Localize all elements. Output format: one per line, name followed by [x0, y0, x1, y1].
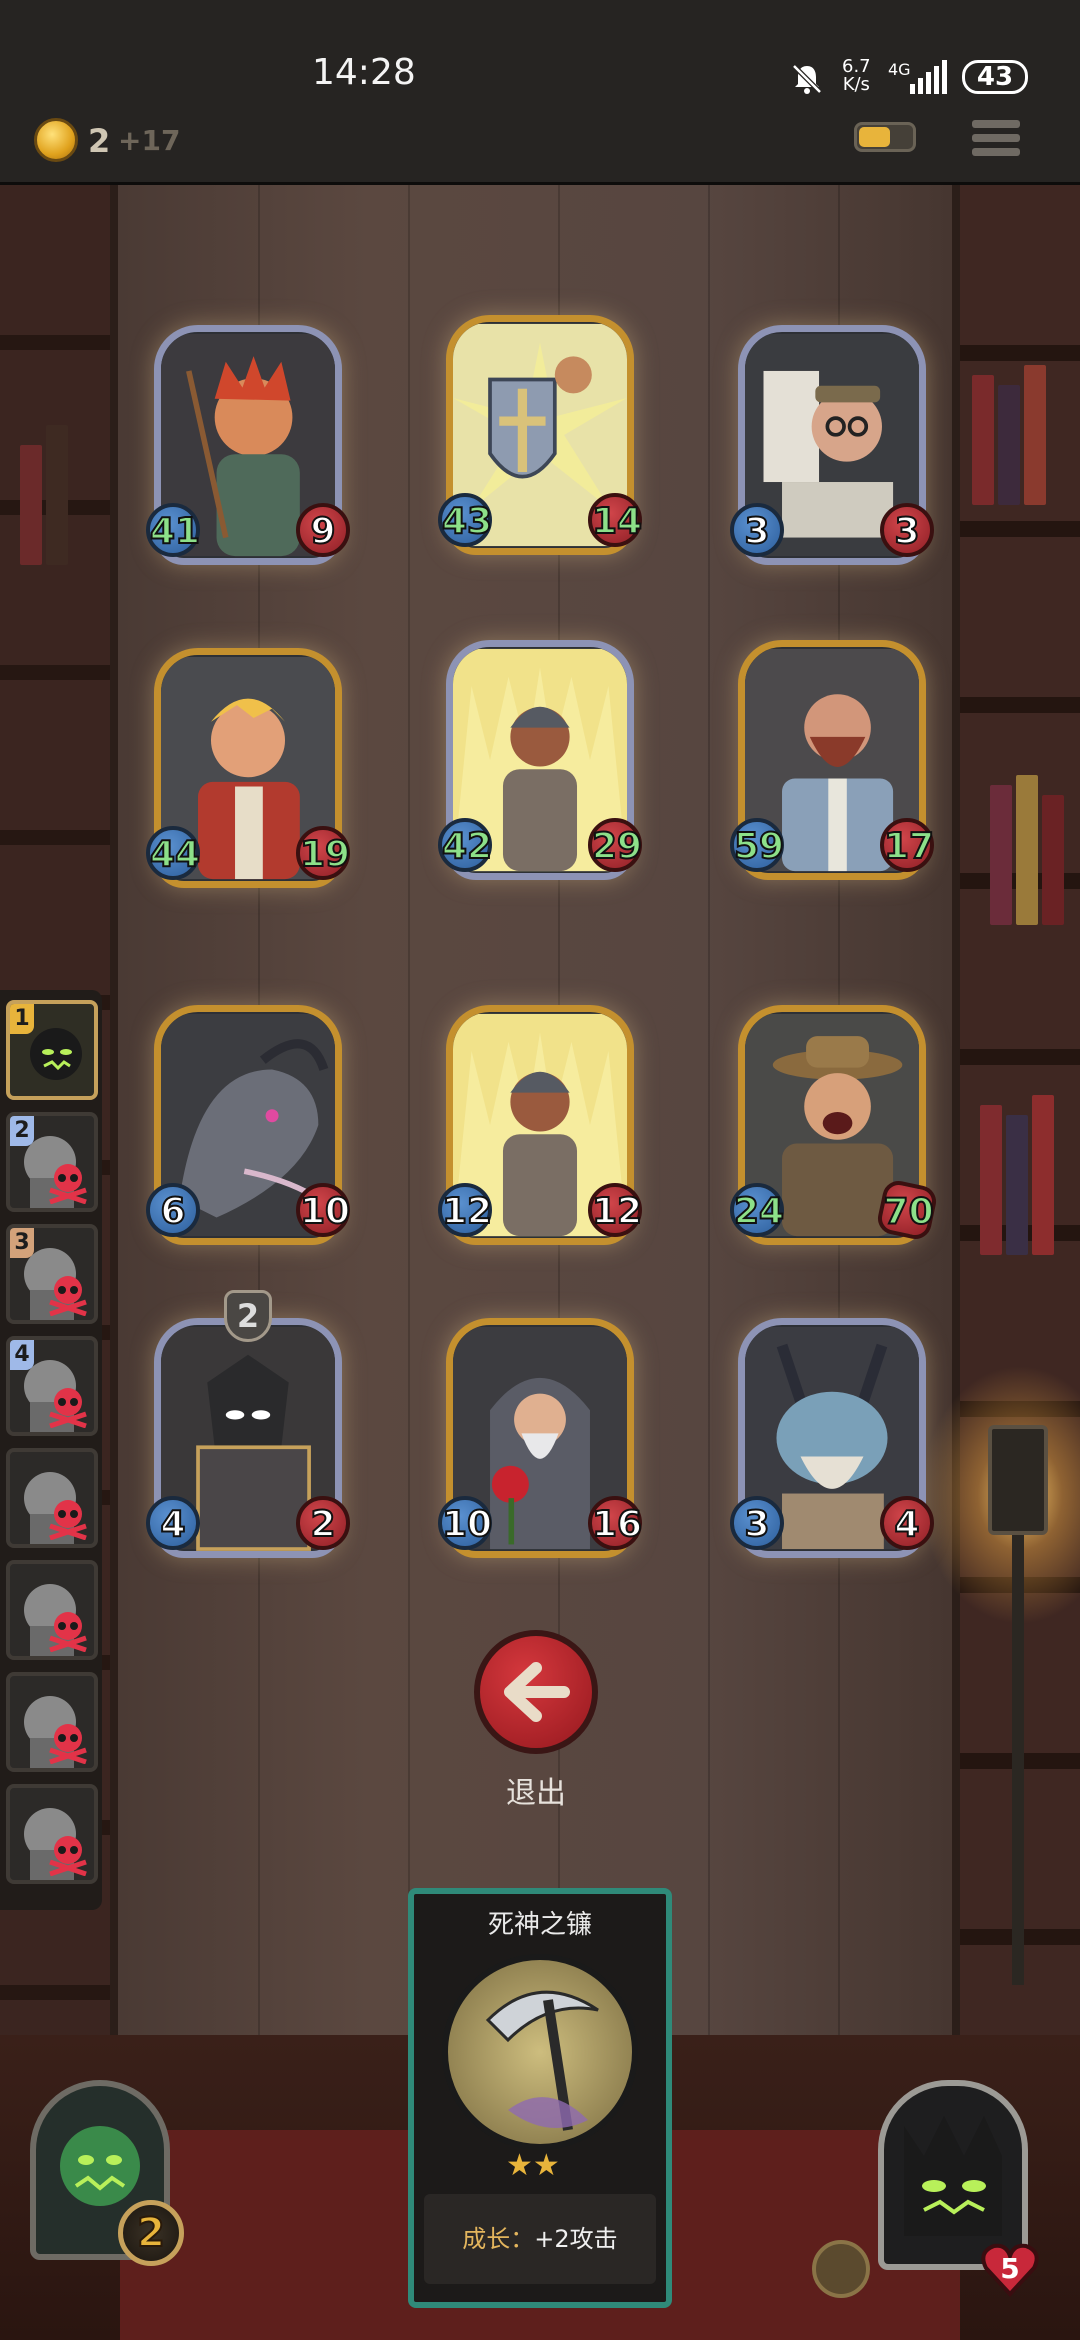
bell-icon[interactable] [812, 2240, 870, 2298]
right-bookshelf [960, 185, 1080, 2340]
book [1006, 1115, 1028, 1255]
lamp-post [1012, 1535, 1024, 1985]
book [1032, 1095, 1054, 1255]
unit-card-dark-knight[interactable]: 4 2 [146, 1318, 350, 1566]
item-description: 成长：+2攻击 [424, 2194, 656, 2284]
unit-card-archer[interactable]: 41 9 [146, 325, 350, 573]
boss-hearts: 5 [1000, 2252, 1020, 2285]
street-lamp [988, 1425, 1048, 1535]
energy-battery-icon [854, 122, 916, 152]
attack-stat: 6 [146, 1183, 200, 1237]
battery-indicator: 43 [962, 60, 1028, 94]
exit-label: 退出 [506, 1776, 566, 1811]
health-stat: 19 [296, 826, 351, 880]
crown-coin-icon [34, 118, 78, 162]
clock: 14:28 [312, 52, 416, 93]
attack-stat: 10 [438, 1496, 493, 1550]
attack-stat: 24 [730, 1183, 785, 1237]
arrow-left-icon [504, 1662, 570, 1722]
unit-card-brute-b[interactable]: 12 12 [438, 1005, 643, 1253]
signal-icon [910, 60, 947, 94]
attack-stat: 41 [146, 503, 201, 557]
health-stat: 10 [296, 1183, 351, 1237]
skull-crossbones-icon [49, 1500, 87, 1540]
queue-number: 4 [10, 1340, 34, 1370]
attack-stat: 12 [438, 1183, 493, 1237]
attack-stat: 3 [730, 1496, 784, 1550]
queue-number: 2 [10, 1116, 34, 1146]
unit-card-horned-beast[interactable]: 3 4 [730, 1318, 934, 1566]
queue-slot[interactable]: 2 [6, 1112, 98, 1212]
unit-card-scholar[interactable]: 3 3 [730, 325, 934, 573]
queue-slot[interactable] [6, 1672, 98, 1772]
item-stars: ★★ [506, 2148, 560, 2183]
attack-stat: 44 [146, 826, 201, 880]
unit-card-brute-a[interactable]: 42 29 [438, 640, 643, 888]
network-speed: 6.7 K/s [842, 56, 871, 95]
health-stat: 12 [588, 1183, 643, 1237]
queue-number: 1 [10, 1004, 34, 1034]
unit-card-rose-monk[interactable]: 10 16 [438, 1318, 643, 1566]
skull-crossbones-icon [49, 1724, 87, 1764]
health-stat: 4 [880, 1496, 934, 1550]
coin-count: 2 [88, 122, 111, 160]
item-card-reaper-scythe[interactable]: 死神之镰 ★★ 成长：+2攻击 [408, 1888, 672, 2308]
skull-crossbones-icon [49, 1164, 87, 1204]
bell-muted-icon [792, 64, 822, 94]
unit-card-adventurer[interactable]: 24 70 [730, 1005, 940, 1253]
deck-count-badge: 2 [118, 2200, 184, 2266]
health-stat: 9 [296, 503, 350, 557]
menu-icon[interactable] [970, 116, 1022, 160]
queue-slot[interactable] [6, 1784, 98, 1884]
unit-card-dragon[interactable]: 6 10 [146, 1005, 351, 1253]
health-stat: 14 [588, 493, 643, 547]
queue-slot[interactable]: 3 [6, 1224, 98, 1324]
health-stat: 3 [880, 503, 934, 557]
skull-crossbones-icon [49, 1836, 87, 1876]
health-stat: 29 [588, 818, 643, 872]
health-stat: 16 [588, 1496, 643, 1550]
book [980, 1105, 1002, 1255]
attack-stat: 59 [730, 818, 785, 872]
queue-number: 3 [10, 1228, 34, 1258]
attack-stat: 3 [730, 503, 784, 557]
unit-card-shield-knight[interactable]: 43 14 [438, 315, 643, 563]
scythe-icon [485, 1990, 599, 2131]
unit-card-blond-warrior[interactable]: 44 19 [146, 648, 351, 896]
health-stat: 17 [880, 818, 935, 872]
item-title: 死神之镰 [487, 1910, 592, 1940]
attack-stat: 42 [438, 818, 493, 872]
queue-slot[interactable]: 1 [6, 1000, 98, 1100]
book [990, 785, 1012, 925]
attack-stat: 43 [438, 493, 493, 547]
exit-button[interactable] [474, 1630, 598, 1754]
item-art [442, 1954, 638, 2150]
skull-crossbones-icon [49, 1388, 87, 1428]
coin-gain: +17 [118, 124, 181, 157]
skull-crossbones-icon [49, 1612, 87, 1652]
book [46, 425, 68, 565]
unit-card-bearded-giant[interactable]: 59 17 [730, 640, 935, 888]
book [1024, 365, 1046, 505]
boss-avatar [904, 2116, 1002, 2236]
book [998, 385, 1020, 505]
queue-slot[interactable] [6, 1448, 98, 1548]
book [1016, 775, 1038, 925]
queue-slot[interactable] [6, 1560, 98, 1660]
status-bar: 14:28 6.7 K/s 4G 43 [0, 0, 1080, 110]
book [20, 445, 42, 565]
book [1042, 795, 1064, 925]
queue-slot[interactable]: 4 [6, 1336, 98, 1436]
book [972, 375, 994, 505]
health-stat-spiky: 70 [874, 1177, 940, 1243]
energy-fill [859, 127, 890, 147]
armor-shield-badge: 2 [224, 1290, 272, 1342]
skull-crossbones-icon [49, 1276, 87, 1316]
attack-stat: 4 [146, 1496, 200, 1550]
health-stat: 2 [296, 1496, 350, 1550]
